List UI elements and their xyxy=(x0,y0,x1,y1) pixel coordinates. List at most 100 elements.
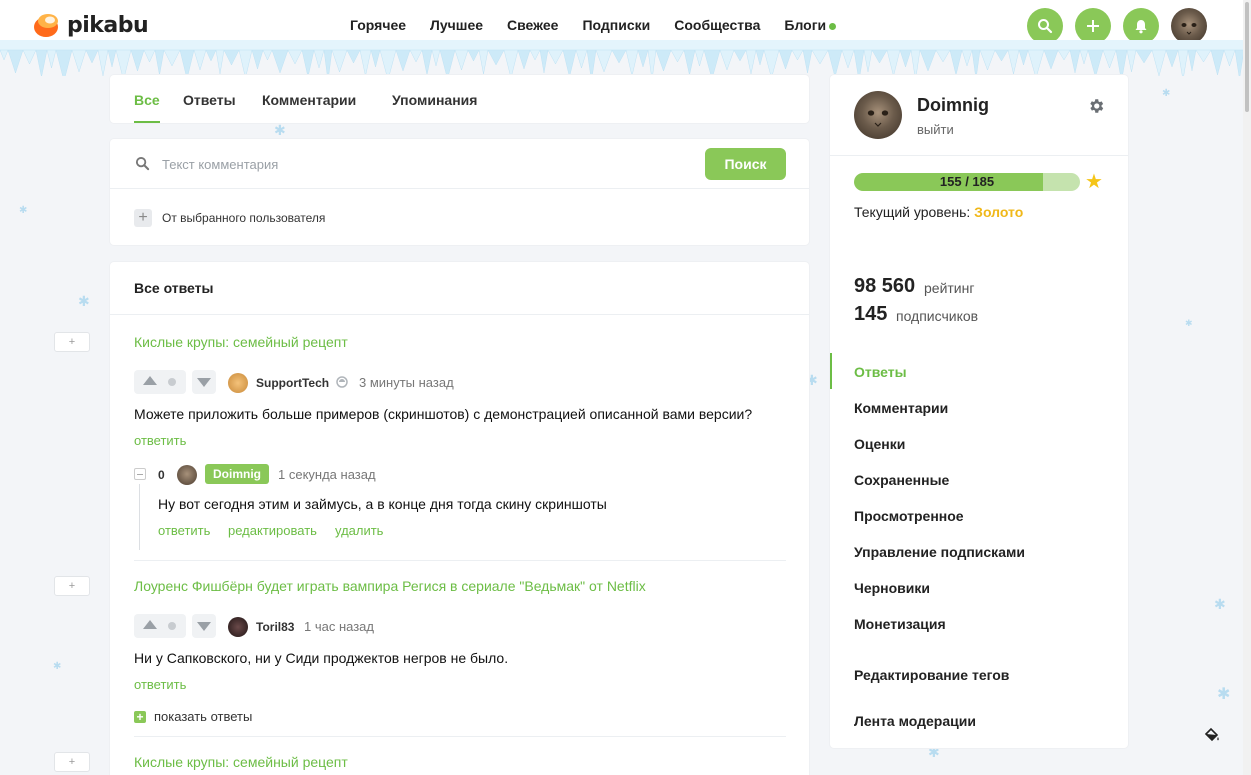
level-label: Текущий уровень: xyxy=(854,204,971,220)
menu-comments[interactable]: Комментарии xyxy=(854,400,948,416)
collapse-thread-button[interactable] xyxy=(134,468,146,480)
verified-icon xyxy=(336,376,348,388)
menu-edit-tags[interactable]: Редактирование тегов xyxy=(854,667,1009,683)
nav-blogs[interactable]: Блоги xyxy=(784,17,837,33)
comment-search-input[interactable] xyxy=(162,154,642,174)
profile-panel: Doimnig выйти 155 / 185 ★ Текущий уровен… xyxy=(830,75,1128,748)
search-icon xyxy=(1038,19,1053,34)
nav-best[interactable]: Лучшее xyxy=(430,17,483,33)
nav-hot[interactable]: Горячее xyxy=(350,17,406,33)
paint-bucket-icon[interactable] xyxy=(1203,726,1221,744)
comment-time[interactable]: 1 час назад xyxy=(304,619,374,634)
reply-link[interactable]: ответить xyxy=(134,433,186,448)
profile-name[interactable]: Doimnig xyxy=(917,95,989,116)
answers-panel: Все ответы Кислые крупы: семейный рецепт… xyxy=(110,262,809,775)
menu-monetization[interactable]: Монетизация xyxy=(854,616,946,632)
user-avatar[interactable] xyxy=(177,465,197,485)
snowflake-icon: ✱ xyxy=(274,122,286,138)
tab-replies[interactable]: Ответы xyxy=(183,92,236,108)
level-progress-text: 155 / 185 xyxy=(939,174,995,189)
level-value[interactable]: Золото xyxy=(974,204,1023,220)
delete-link[interactable]: удалить xyxy=(335,523,383,538)
cat-avatar-image xyxy=(854,91,902,139)
add-post-button[interactable] xyxy=(1075,8,1111,44)
menu-moderation-feed[interactable]: Лента модерации xyxy=(854,713,976,729)
filter-user-label[interactable]: От выбранного пользователя xyxy=(162,211,325,225)
nav-fresh[interactable]: Свежее xyxy=(507,17,558,33)
vote-neutral-dot xyxy=(168,622,176,630)
page-scrollbar[interactable] xyxy=(1243,0,1251,775)
divider xyxy=(134,736,786,737)
divider xyxy=(830,155,1128,156)
subscribers-label: подписчиков xyxy=(896,308,979,324)
filter-user-plus-button[interactable]: + xyxy=(134,209,152,227)
tab-comments[interactable]: Комментарии xyxy=(262,92,356,108)
rating-value: 98 560 xyxy=(854,275,916,297)
nav-communities[interactable]: Сообщества xyxy=(674,17,760,33)
show-replies-plus-icon[interactable]: + xyxy=(134,711,146,723)
logout-link[interactable]: выйти xyxy=(917,122,954,137)
divider xyxy=(134,560,786,561)
notifications-button[interactable] xyxy=(1123,8,1159,44)
nav-subscriptions[interactable]: Подписки xyxy=(582,17,650,33)
reply-link[interactable]: ответить xyxy=(158,523,210,538)
level-progress-bar: 155 / 185 xyxy=(854,173,1080,191)
post-title-link[interactable]: Лоуренс Фишбёрн будет играть вампира Рег… xyxy=(134,578,646,594)
downvote-icon xyxy=(197,378,211,387)
reply-link[interactable]: ответить xyxy=(134,677,186,692)
downvote-button[interactable] xyxy=(192,614,216,638)
snowflake-icon: ✱ xyxy=(1217,686,1231,703)
tab-mentions[interactable]: Упоминания xyxy=(392,92,477,108)
search-submit-button[interactable]: Поиск xyxy=(705,148,786,180)
scrollbar-thumb[interactable] xyxy=(1245,2,1249,112)
upvote-icon[interactable] xyxy=(143,620,157,629)
pikabu-logo[interactable]: pikabu xyxy=(33,12,149,38)
icicle-decoration xyxy=(0,40,1251,82)
rating-label: рейтинг xyxy=(924,280,975,296)
main-nav: Горячее Лучшее Свежее Подписки Сообществ… xyxy=(350,17,837,33)
comment-author[interactable]: Toril83 xyxy=(256,620,294,634)
profile-avatar[interactable] xyxy=(854,91,902,139)
show-replies-link[interactable]: показать ответы xyxy=(154,709,252,724)
post-title-link[interactable]: Кислые крупы: семейный рецепт xyxy=(134,754,348,770)
upvote-icon[interactable] xyxy=(143,376,157,385)
vote-neutral-dot xyxy=(168,378,176,386)
snowflake-icon: ✱ xyxy=(19,205,28,216)
comment-time[interactable]: 3 минуты назад xyxy=(359,375,454,390)
snowflake-icon: ✱ xyxy=(1185,318,1193,328)
pikabu-logo-icon xyxy=(33,12,61,38)
my-username-badge[interactable]: Doimnig xyxy=(205,464,269,484)
menu-replies[interactable]: Ответы xyxy=(854,364,907,380)
active-menu-indicator xyxy=(830,353,832,389)
tab-all[interactable]: Все xyxy=(134,92,160,108)
post-title-link[interactable]: Кислые крупы: семейный рецепт xyxy=(134,334,348,350)
gear-icon[interactable] xyxy=(1087,97,1105,115)
comment-time[interactable]: 1 секунда назад xyxy=(278,467,376,482)
user-avatar[interactable] xyxy=(1171,8,1207,44)
edit-link[interactable]: редактировать xyxy=(228,523,317,538)
star-icon: ★ xyxy=(1085,171,1103,193)
divider xyxy=(110,314,809,315)
comment-author[interactable]: SupportTech xyxy=(256,376,329,390)
snowflake-icon: ✱ xyxy=(1162,88,1171,99)
nav-blogs-label: Блоги xyxy=(784,17,827,33)
user-avatar[interactable] xyxy=(228,373,248,393)
thread-line xyxy=(139,484,140,550)
menu-ratings[interactable]: Оценки xyxy=(854,436,905,452)
menu-manage-subscriptions[interactable]: Управление подписками xyxy=(854,544,1025,560)
expand-thread-button[interactable]: + xyxy=(54,576,90,596)
expand-thread-button[interactable]: + xyxy=(54,752,90,772)
user-avatar[interactable] xyxy=(228,617,248,637)
search-icon xyxy=(135,156,150,171)
divider xyxy=(110,188,809,189)
search-button[interactable] xyxy=(1027,8,1063,44)
snowflake-icon: ✱ xyxy=(78,293,90,309)
downvote-icon xyxy=(197,622,211,631)
brand-name: pikabu xyxy=(67,12,149,38)
expand-thread-button[interactable]: + xyxy=(54,332,90,352)
comment-tabs: Все Ответы Комментарии Упоминания xyxy=(110,75,809,123)
menu-saved[interactable]: Сохраненные xyxy=(854,472,949,488)
downvote-button[interactable] xyxy=(192,370,216,394)
menu-drafts[interactable]: Черновики xyxy=(854,580,930,596)
menu-viewed[interactable]: Просмотренное xyxy=(854,508,964,524)
